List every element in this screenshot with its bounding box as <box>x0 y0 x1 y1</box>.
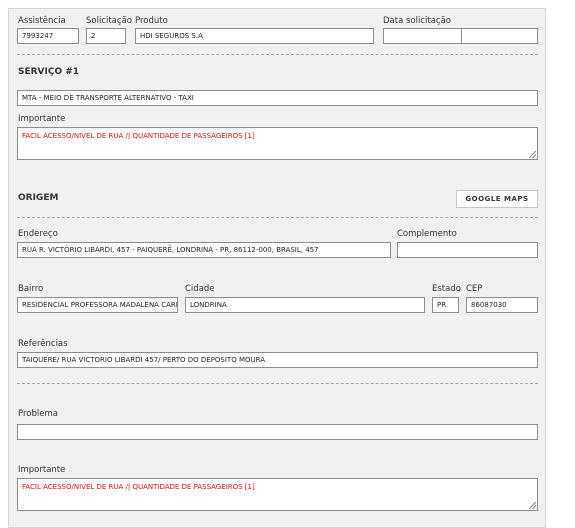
resize-grip-icon[interactable] <box>529 502 536 509</box>
servico-importante-label: Importante <box>18 114 66 124</box>
referencias-label: Referências <box>18 339 68 349</box>
servico-field[interactable]: MTA - MEIO DE TRANSPORTE ALTERNATIVO - T… <box>17 90 538 106</box>
servico-importante-textarea[interactable]: FACIL ACESSO/NIVEL DE RUA /| QUANTIDADE … <box>17 127 538 160</box>
servico-title: SERVIÇO #1 <box>18 67 80 77</box>
divider <box>17 54 538 55</box>
complemento-field[interactable] <box>397 242 538 258</box>
estado-field[interactable]: PR <box>432 297 459 313</box>
assistencia-label: Assistência <box>18 16 66 26</box>
cidade-label: Cidade <box>185 284 215 294</box>
solicitacao-label: Solicitação <box>86 16 132 26</box>
problema-field[interactable] <box>17 424 538 440</box>
divider <box>17 217 538 218</box>
cep-field[interactable]: 86087030 <box>466 297 538 313</box>
servico-importante-text: FACIL ACESSO/NIVEL DE RUA /| QUANTIDADE … <box>22 132 255 140</box>
assistencia-field[interactable]: 7993247 <box>17 28 79 44</box>
problema-label: Problema <box>18 409 58 419</box>
estado-label: Estado <box>432 284 461 294</box>
solicitacao-field[interactable]: 2 <box>86 28 126 44</box>
endereco-label: Endereço <box>18 229 58 239</box>
problema-importante-textarea[interactable]: FACIL ACESSO/NIVEL DE RUA /| QUANTIDADE … <box>17 478 538 511</box>
google-maps-button[interactable]: GOOGLE MAPS <box>456 190 538 208</box>
produto-label: Produto <box>135 16 168 26</box>
divider <box>17 383 538 384</box>
problema-importante-label: Importante <box>18 465 66 475</box>
endereco-field[interactable]: RUA R. VICTÓRIO LIBARDI, 457 - PAIQUERÊ,… <box>17 242 391 258</box>
bairro-field[interactable]: RESIDENCIAL PROFESSORA MADALENA CARDOSO <box>17 297 178 313</box>
cep-label: CEP <box>466 284 483 294</box>
complemento-label: Complemento <box>397 229 457 239</box>
bairro-label: Bairro <box>18 284 44 294</box>
data-solicitacao-time-field[interactable] <box>461 28 538 44</box>
referencias-field[interactable]: TAIQUERE/ RUA VICTORIO LIBARDI 457/ PERT… <box>17 352 538 368</box>
produto-field[interactable]: HDI SEGUROS S.A <box>135 28 374 44</box>
data-solicitacao-label: Data solicitação <box>383 16 452 26</box>
origem-title: ORIGEM <box>18 193 59 203</box>
data-solicitacao-date-field[interactable] <box>383 28 462 44</box>
cidade-field[interactable]: LONDRINA <box>185 297 425 313</box>
resize-grip-icon[interactable] <box>529 151 536 158</box>
problema-importante-text: FACIL ACESSO/NIVEL DE RUA /| QUANTIDADE … <box>22 483 255 491</box>
form-panel <box>8 8 546 528</box>
